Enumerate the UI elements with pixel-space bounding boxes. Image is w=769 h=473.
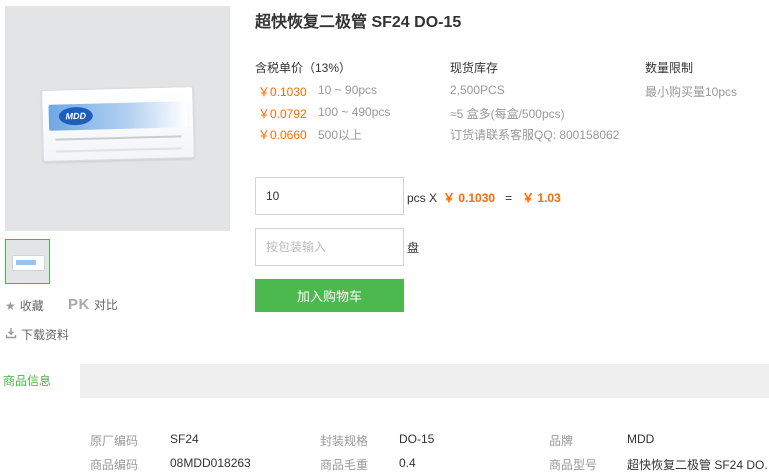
stock-boxes: ≈5 盒多(每盒/500pcs) [450,107,565,121]
tier-price: ￥0.1030 [258,85,307,99]
tier-qty: 100 ~ 490pcs [318,105,391,119]
favorite-label: 收藏 [19,299,44,313]
quantity-input[interactable] [255,177,404,215]
price-calculation: pcs X ￥ 0.1030 = ￥ 1.03 [407,189,561,206]
tier-qty: 10 ~ 90pcs [318,83,378,97]
price-tier: ￥0.0792 100 ~ 490pcs [258,105,390,122]
spec-label: 商品毛重 [320,458,369,472]
download-icon [5,327,17,342]
qty-unit: pcs X [407,190,438,205]
product-package-picture: MDD [41,86,195,162]
spec-label: 商品编码 [90,458,139,472]
spec-value: 0.4 [399,456,416,470]
spec-label: 商品型号 [549,458,598,472]
price-tier: ￥0.0660 500以上 [258,126,362,143]
tier-qty: 500以上 [318,128,363,142]
spec-value: 超快恢复二极管 SF24 DO. [627,458,768,472]
total-price: ￥ 1.03 [522,191,561,205]
stock-header: 现货库存 [450,61,499,75]
tier-price: ￥0.0792 [258,107,307,121]
reel-quantity-input[interactable] [255,228,404,266]
limit-header: 数量限制 [645,61,694,75]
download-docs-button[interactable]: 下载资料 [5,326,69,343]
download-label: 下载资料 [21,328,70,342]
pk-icon: PK [68,296,90,313]
stock-quantity: 2,500PCS [450,83,505,97]
spec-label: 品牌 [549,434,574,448]
reel-unit: 盘 [407,241,420,255]
product-main-image: MDD [5,6,230,231]
compare-label: 对比 [93,298,118,312]
add-to-cart-button[interactable]: 加入购物车 [255,279,404,312]
spec-value: DO-15 [399,432,435,446]
tab-product-info[interactable]: 商品信息 [0,364,80,398]
compare-button[interactable]: PK 对比 [68,296,118,313]
spec-label: 封装规格 [320,434,369,448]
spec-value: 08MDD018263 [170,456,251,470]
equals-sign: = [505,190,513,205]
spec-label: 原厂编码 [90,434,139,448]
page-title: 超快恢复二极管 SF24 DO-15 [255,14,462,31]
limit-min: 最小购买量10pcs [645,85,738,99]
spec-value: MDD [627,432,655,446]
favorite-button[interactable]: ★ 收藏 [5,297,44,314]
product-thumbnail[interactable] [5,239,50,284]
star-icon: ★ [5,298,16,313]
tab-bar: 商品信息 [0,364,769,398]
unit-price: ￥ 0.1030 [443,191,496,205]
tier-price: ￥0.0660 [258,128,307,142]
spec-value: SF24 [170,432,199,446]
price-tier: ￥0.1030 10 ~ 90pcs [258,83,377,100]
stock-contact: 订货请联系客服QQ: 800158062 [450,128,620,142]
price-header: 含税单价（13%） [255,61,352,75]
